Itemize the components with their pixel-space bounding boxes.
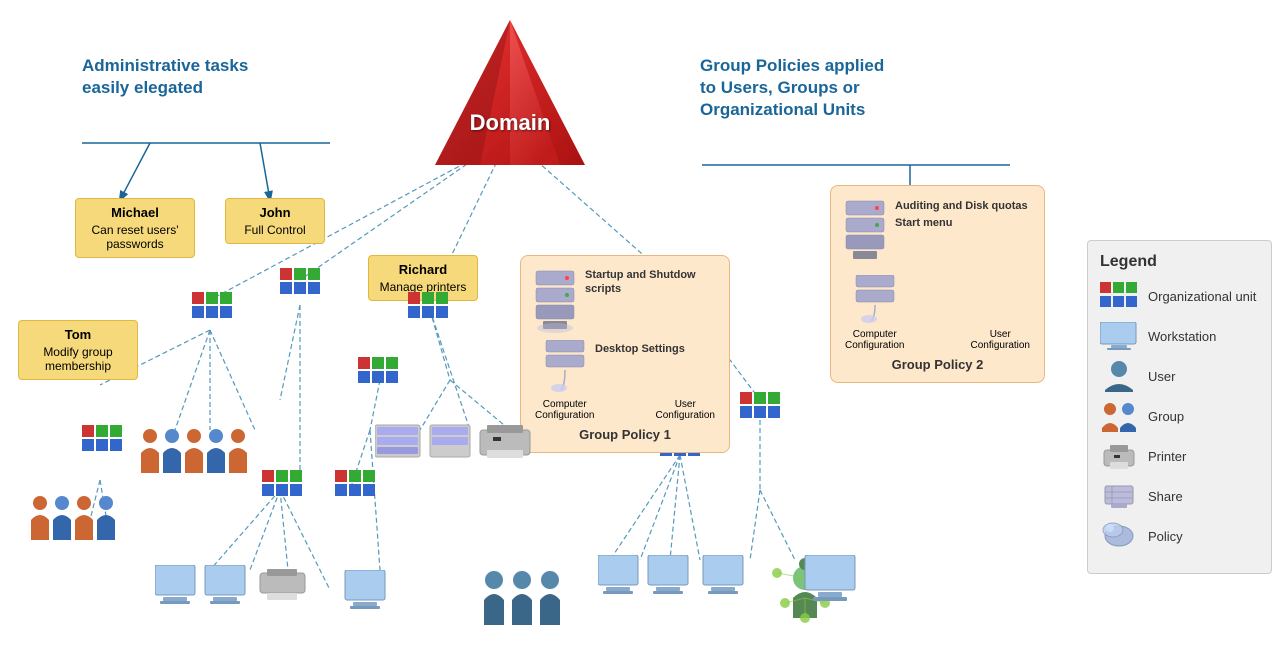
workstations-right (340, 570, 405, 630)
ou-richard (358, 357, 398, 394)
legend-workstation: Workstation (1100, 321, 1259, 351)
legend-policy-label: Policy (1148, 529, 1183, 544)
user-group-1 (140, 428, 280, 488)
legend-share: Share (1100, 481, 1259, 511)
legend-ou: Organizational unit (1100, 281, 1259, 311)
tom-desc: Modify group membership (29, 345, 127, 373)
gp2-computer-config: ComputerConfiguration (845, 329, 904, 351)
gp1-title: Group Policy 1 (531, 427, 719, 442)
domain-label: Domain (430, 110, 590, 136)
gp2-title: Group Policy 2 (841, 357, 1034, 372)
domain-icon: Domain (430, 15, 590, 175)
user-group-2 (30, 495, 140, 555)
workstation-right (800, 555, 860, 615)
john-desc: Full Control (236, 223, 314, 237)
legend-printer-label: Printer (1148, 449, 1186, 464)
user-group-right (482, 570, 597, 635)
richard-name: Richard (379, 262, 467, 277)
legend-title: Legend (1100, 253, 1259, 271)
legend-workstation-label: Workstation (1148, 329, 1216, 344)
michael-name: Michael (86, 205, 184, 220)
share-legend-icon (1100, 481, 1138, 511)
gp2-user-config: UserConfiguration (971, 329, 1030, 351)
tom-box: Tom Modify group membership (18, 320, 138, 380)
user-legend-icon (1100, 361, 1138, 391)
ou-legend-icon (1100, 281, 1138, 311)
michael-box: Michael Can reset users' passwords (75, 198, 195, 258)
gp1-desktop: Desktop Settings (595, 342, 685, 356)
ou-topleft (192, 292, 232, 329)
ou-mid (280, 268, 320, 305)
workstations-bottom (155, 565, 355, 630)
legend-policy: Policy (1100, 521, 1259, 551)
gp1-startup: Startup and Shutdow scripts (585, 268, 719, 297)
john-box: John Full Control (225, 198, 325, 244)
printer-legend-icon (1100, 441, 1138, 471)
gp1-user-config: UserConfiguration (656, 399, 715, 421)
right-annotation: Group Policies appliedto Users, Groups o… (700, 55, 980, 121)
gp2-auditing: Auditing and Disk quotas (895, 198, 1028, 215)
left-annotation: Administrative taskseasily elegated (82, 55, 342, 99)
gp2-startmenu: Start menu (895, 215, 1028, 232)
diagram-container: Administrative taskseasily elegated Grou… (0, 0, 1282, 645)
legend-ou-label: Organizational unit (1148, 289, 1256, 304)
group-legend-icon (1100, 401, 1138, 431)
legend-box: Legend Organizational unit (1087, 240, 1272, 574)
john-name: John (236, 205, 314, 220)
workstation-legend-icon (1100, 321, 1138, 351)
ou-gp1 (408, 292, 448, 329)
ou-sub1 (82, 425, 122, 462)
legend-group-label: Group (1148, 409, 1184, 424)
legend-group: Group (1100, 401, 1259, 431)
tom-name: Tom (29, 327, 127, 342)
servers-group (375, 415, 555, 470)
legend-user-label: User (1148, 369, 1175, 384)
legend-share-label: Share (1148, 489, 1183, 504)
policy-legend-icon (1100, 521, 1138, 551)
legend-printer: Printer (1100, 441, 1259, 471)
computers-right (598, 555, 758, 620)
michael-desc: Can reset users' passwords (86, 223, 184, 251)
ou-sub3 (335, 470, 375, 507)
gp2-box: Auditing and Disk quotas Start menu Comp… (830, 185, 1045, 383)
legend-user: User (1100, 361, 1259, 391)
ou-right2 (740, 392, 780, 429)
